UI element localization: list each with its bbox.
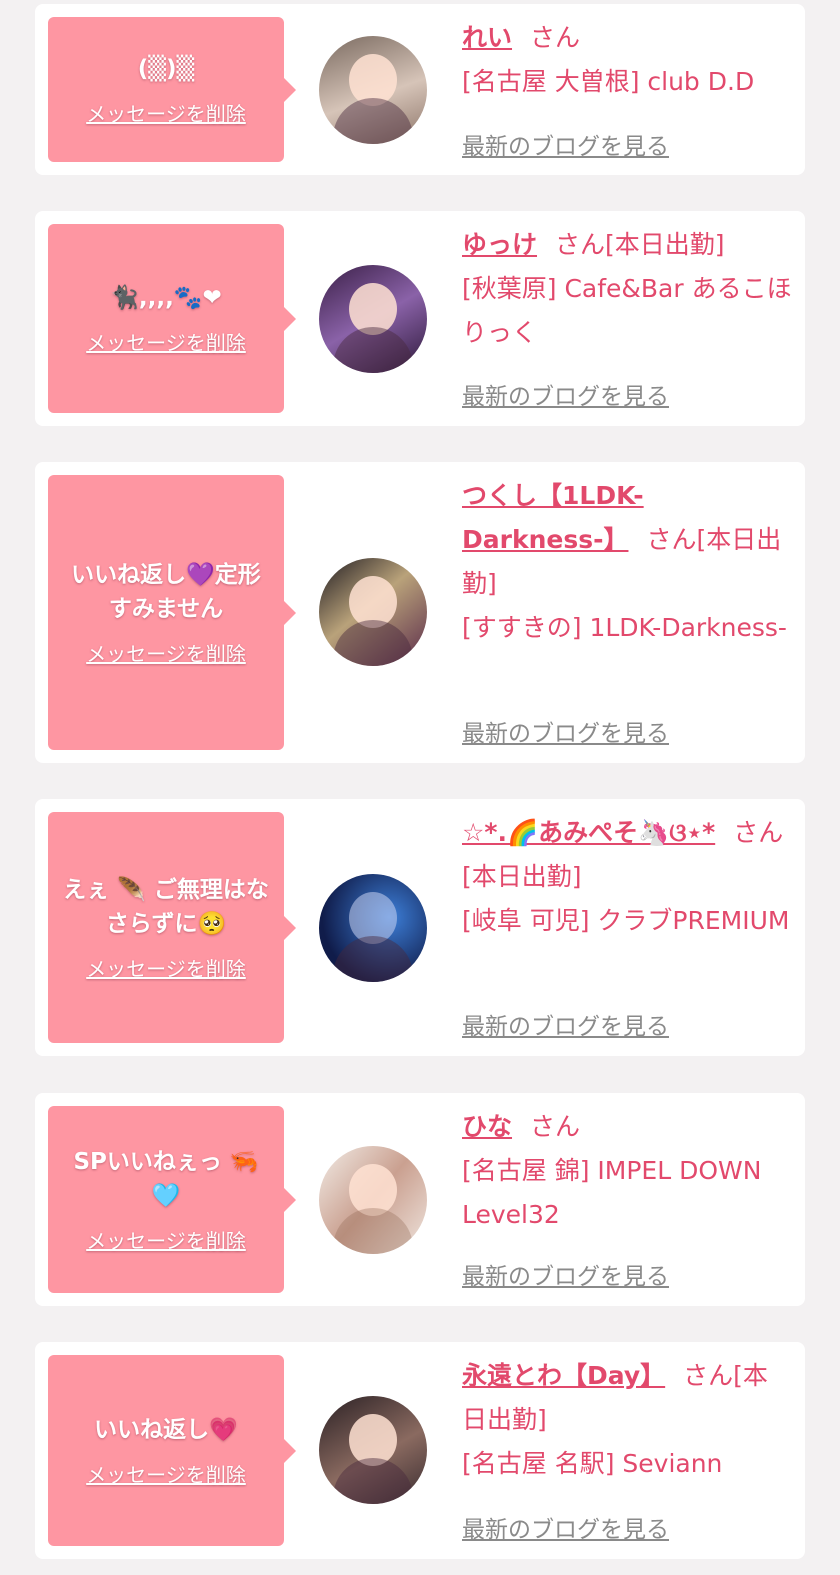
message-card: 🐈‍⬛,,,,🐾❤ メッセージを削除 ゆっけ さん[本日出勤] [秋葉原] Caf… — [35, 211, 805, 426]
cast-name-link[interactable]: れい — [462, 23, 512, 52]
cast-name-link[interactable]: ☆*.🌈あみぺそ🦄ଓ⋆* — [462, 818, 715, 847]
shop-name: [名古屋 錦] IMPEL DOWN Level32 — [462, 1156, 762, 1229]
honorific: さん — [530, 1112, 581, 1141]
avatar-body — [333, 620, 413, 666]
latest-blog-link[interactable]: 最新のブログを見る — [462, 1257, 669, 1291]
profile-info: ゆっけ さん[本日出勤] [秋葉原] Cafe&Bar あるこほりっく — [462, 223, 792, 355]
message-card: えぇ 🪶 ご無理はなさらずに🥺 メッセージを削除 ☆*.🌈あみぺそ🦄ଓ⋆* さん[… — [35, 799, 805, 1056]
message-card: SPいいねぇっ 🦐 🩵 メッセージを削除 ひな さん [名古屋 錦] IMPEL … — [35, 1093, 805, 1306]
delete-message-link[interactable]: メッセージを削除 — [86, 1225, 246, 1254]
latest-blog-link[interactable]: 最新のブログを見る — [462, 377, 669, 411]
profile-info: れい さん [名古屋 大曽根] club D.D — [462, 16, 792, 104]
profile-info: 永遠とわ【Day】 さん[本日出勤] [名古屋 名駅] Seviann — [462, 1354, 792, 1486]
avatar-body — [333, 1458, 413, 1504]
shop-name: [秋葉原] Cafe&Bar あるこほりっく — [462, 274, 792, 347]
avatar-body — [333, 327, 413, 373]
avatar[interactable] — [319, 36, 427, 144]
avatar[interactable] — [319, 874, 427, 982]
shop-name: [名古屋 名駅] Seviann — [462, 1449, 723, 1478]
message-text: 🐈‍⬛,,,,🐾❤ — [110, 285, 222, 311]
message-card: (▒)▒ メッセージを削除 れい さん [名古屋 大曽根] club D.D 最新… — [35, 4, 805, 175]
delete-message-link[interactable]: メッセージを削除 — [86, 327, 246, 356]
delete-message-link[interactable]: メッセージを削除 — [86, 98, 246, 127]
message-bubble: いいね返し💗 メッセージを削除 — [48, 1355, 296, 1546]
avatar[interactable] — [319, 1146, 427, 1254]
cast-name-link[interactable]: つくし【1LDK-Darkness-】 — [462, 481, 644, 554]
profile-info: つくし【1LDK-Darkness-】 さん[本日出勤] [すすきの] 1LDK-… — [462, 474, 792, 650]
avatar[interactable] — [319, 265, 427, 373]
profile-info: ひな さん [名古屋 錦] IMPEL DOWN Level32 — [462, 1105, 792, 1237]
latest-blog-link[interactable]: 最新のブログを見る — [462, 714, 669, 748]
profile-info: ☆*.🌈あみぺそ🦄ଓ⋆* さん[本日出勤] [岐阜 可児] クラブPREMIUM — [462, 811, 792, 943]
delete-message-link[interactable]: メッセージを削除 — [86, 1459, 246, 1488]
message-card: いいね返し💜定形すみません メッセージを削除 つくし【1LDK-Darkness… — [35, 462, 805, 763]
avatar[interactable] — [319, 558, 427, 666]
message-bubble: いいね返し💜定形すみません メッセージを削除 — [48, 475, 296, 750]
avatar-body — [333, 1208, 413, 1254]
cast-name-link[interactable]: ゆっけ — [462, 230, 537, 259]
message-bubble: えぇ 🪶 ご無理はなさらずに🥺 メッセージを削除 — [48, 812, 296, 1043]
message-bubble: SPいいねぇっ 🦐 🩵 メッセージを削除 — [48, 1106, 296, 1293]
honorific: さん[本日出勤] — [555, 230, 725, 259]
cast-name-link[interactable]: 永遠とわ【Day】 — [462, 1361, 665, 1390]
shop-name: [岐阜 可児] クラブPREMIUM — [462, 906, 790, 935]
delete-message-link[interactable]: メッセージを削除 — [86, 638, 246, 667]
cast-name-link[interactable]: ひな — [462, 1112, 512, 1141]
latest-blog-link[interactable]: 最新のブログを見る — [462, 1007, 669, 1041]
message-text: いいね返し💗 — [94, 1417, 238, 1443]
honorific: さん — [530, 23, 581, 52]
delete-message-link[interactable]: メッセージを削除 — [86, 953, 246, 982]
avatar[interactable] — [319, 1396, 427, 1504]
message-bubble: 🐈‍⬛,,,,🐾❤ メッセージを削除 — [48, 224, 296, 413]
shop-name: [名古屋 大曽根] club D.D — [462, 67, 755, 96]
avatar-body — [333, 936, 413, 982]
message-bubble: (▒)▒ メッセージを削除 — [48, 17, 296, 162]
latest-blog-link[interactable]: 最新のブログを見る — [462, 127, 669, 161]
shop-name: [すすきの] 1LDK-Darkness- — [462, 613, 787, 642]
message-text: いいね返し💜定形すみません — [71, 562, 261, 622]
message-card: いいね返し💗 メッセージを削除 永遠とわ【Day】 さん[本日出勤] [名古屋 名… — [35, 1342, 805, 1559]
message-text: SPいいねぇっ 🦐 🩵 — [73, 1149, 259, 1209]
avatar-body — [333, 98, 413, 144]
message-text: (▒)▒ — [137, 56, 195, 82]
message-text: えぇ 🪶 ご無理はなさらずに🥺 — [63, 877, 269, 937]
latest-blog-link[interactable]: 最新のブログを見る — [462, 1510, 669, 1544]
